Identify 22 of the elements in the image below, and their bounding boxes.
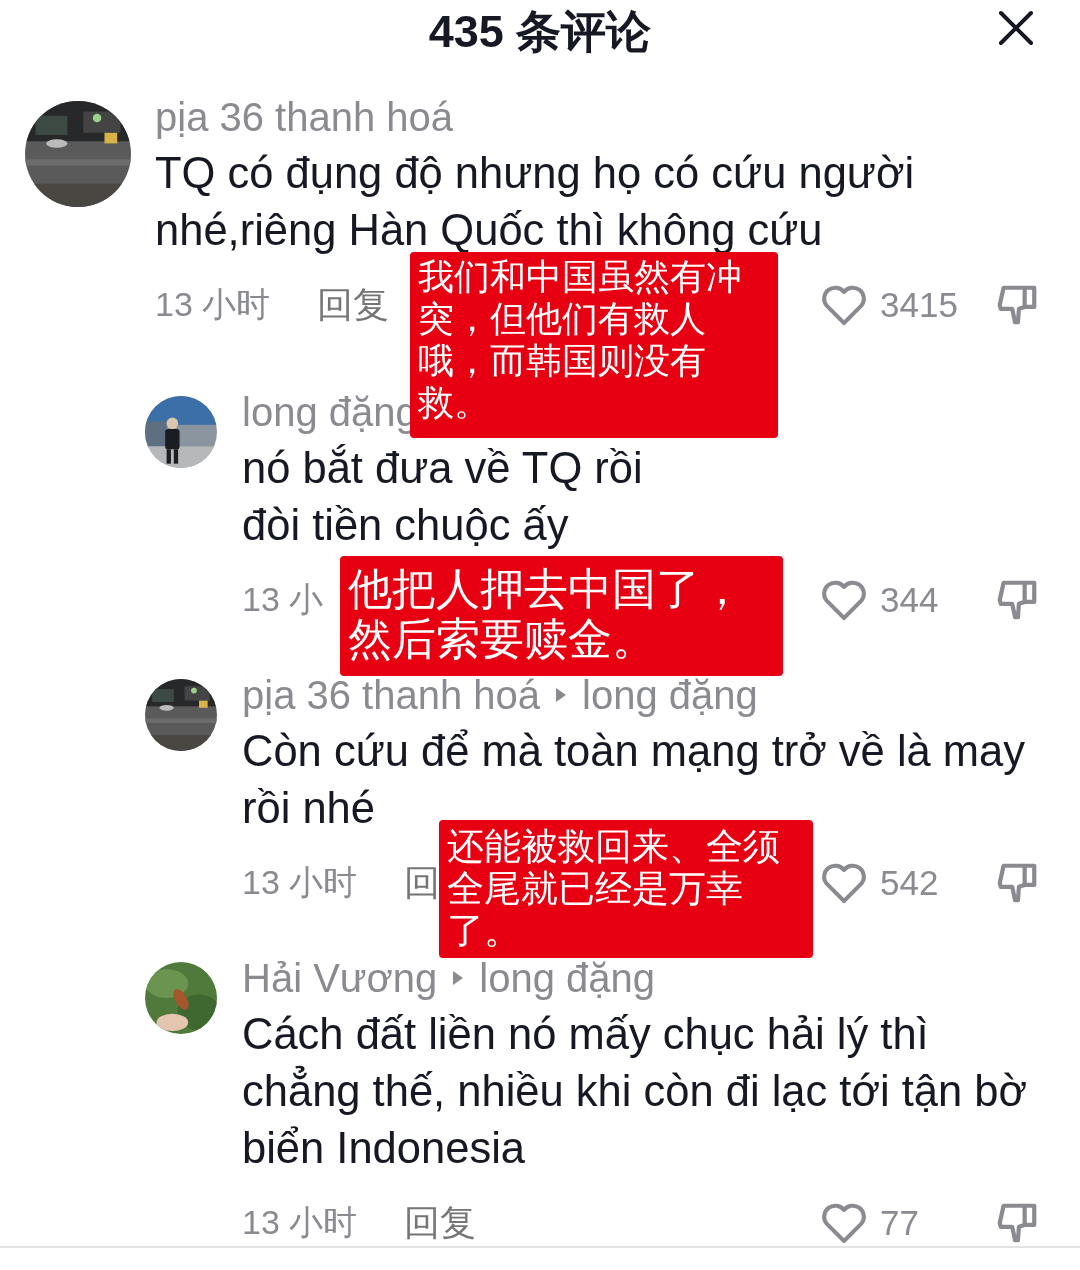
heart-icon <box>820 1201 868 1245</box>
comment-text: nó bắt đưa về TQ rồi đòi tiền chuộc ấy <box>242 443 644 551</box>
translation-note: 我们和中国虽然有冲突，但他们有救人哦，而韩国则没有救。 <box>410 252 778 438</box>
comment-time: 13 小时 <box>155 284 271 325</box>
translation-note: 他把人押去中国了，然后索要赎金。 <box>340 556 783 676</box>
close-button[interactable] <box>996 8 1036 48</box>
like-button[interactable]: 344 <box>820 578 994 622</box>
heart-icon <box>820 578 868 622</box>
heart-icon <box>820 861 868 905</box>
comment-time: 13 小时 <box>242 862 358 903</box>
reply-link[interactable]: 回 <box>404 858 440 908</box>
comment-time: 13 小 <box>242 579 324 620</box>
like-button[interactable]: 3415 <box>820 283 994 327</box>
like-button[interactable]: 77 <box>820 1201 994 1245</box>
close-icon <box>998 10 1034 46</box>
like-button[interactable]: 542 <box>820 861 994 905</box>
reply-link[interactable]: 回复 <box>404 1198 476 1248</box>
comment-text: Cách đất liền nó mấy chục hải lý thì chẳng thế, nhiều khi còn đi lạc tới tận bờ biển Indonesia <box>242 1009 1028 1174</box>
comment-time: 13 小时 <box>242 1202 358 1243</box>
heart-icon <box>820 283 868 327</box>
reply-link[interactable]: 回复 <box>317 280 389 330</box>
comments-title: 435 条评论 <box>428 5 652 59</box>
